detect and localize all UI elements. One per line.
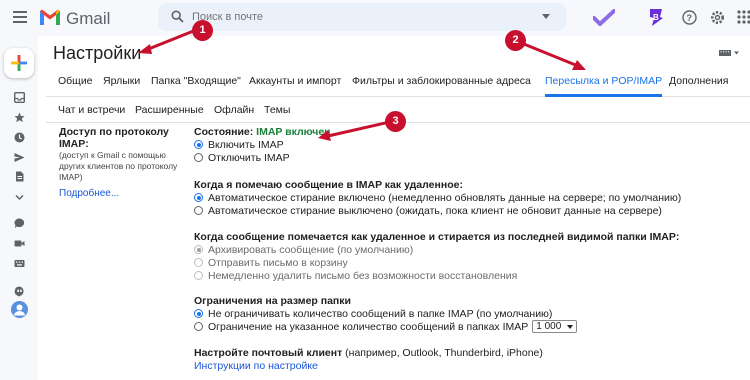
annotation-arrows: [138, 28, 586, 141]
annotation-marker-3: 3: [385, 111, 406, 132]
annotation-marker-2: 2: [505, 30, 526, 51]
annotation-marker-1: 1: [192, 20, 213, 41]
